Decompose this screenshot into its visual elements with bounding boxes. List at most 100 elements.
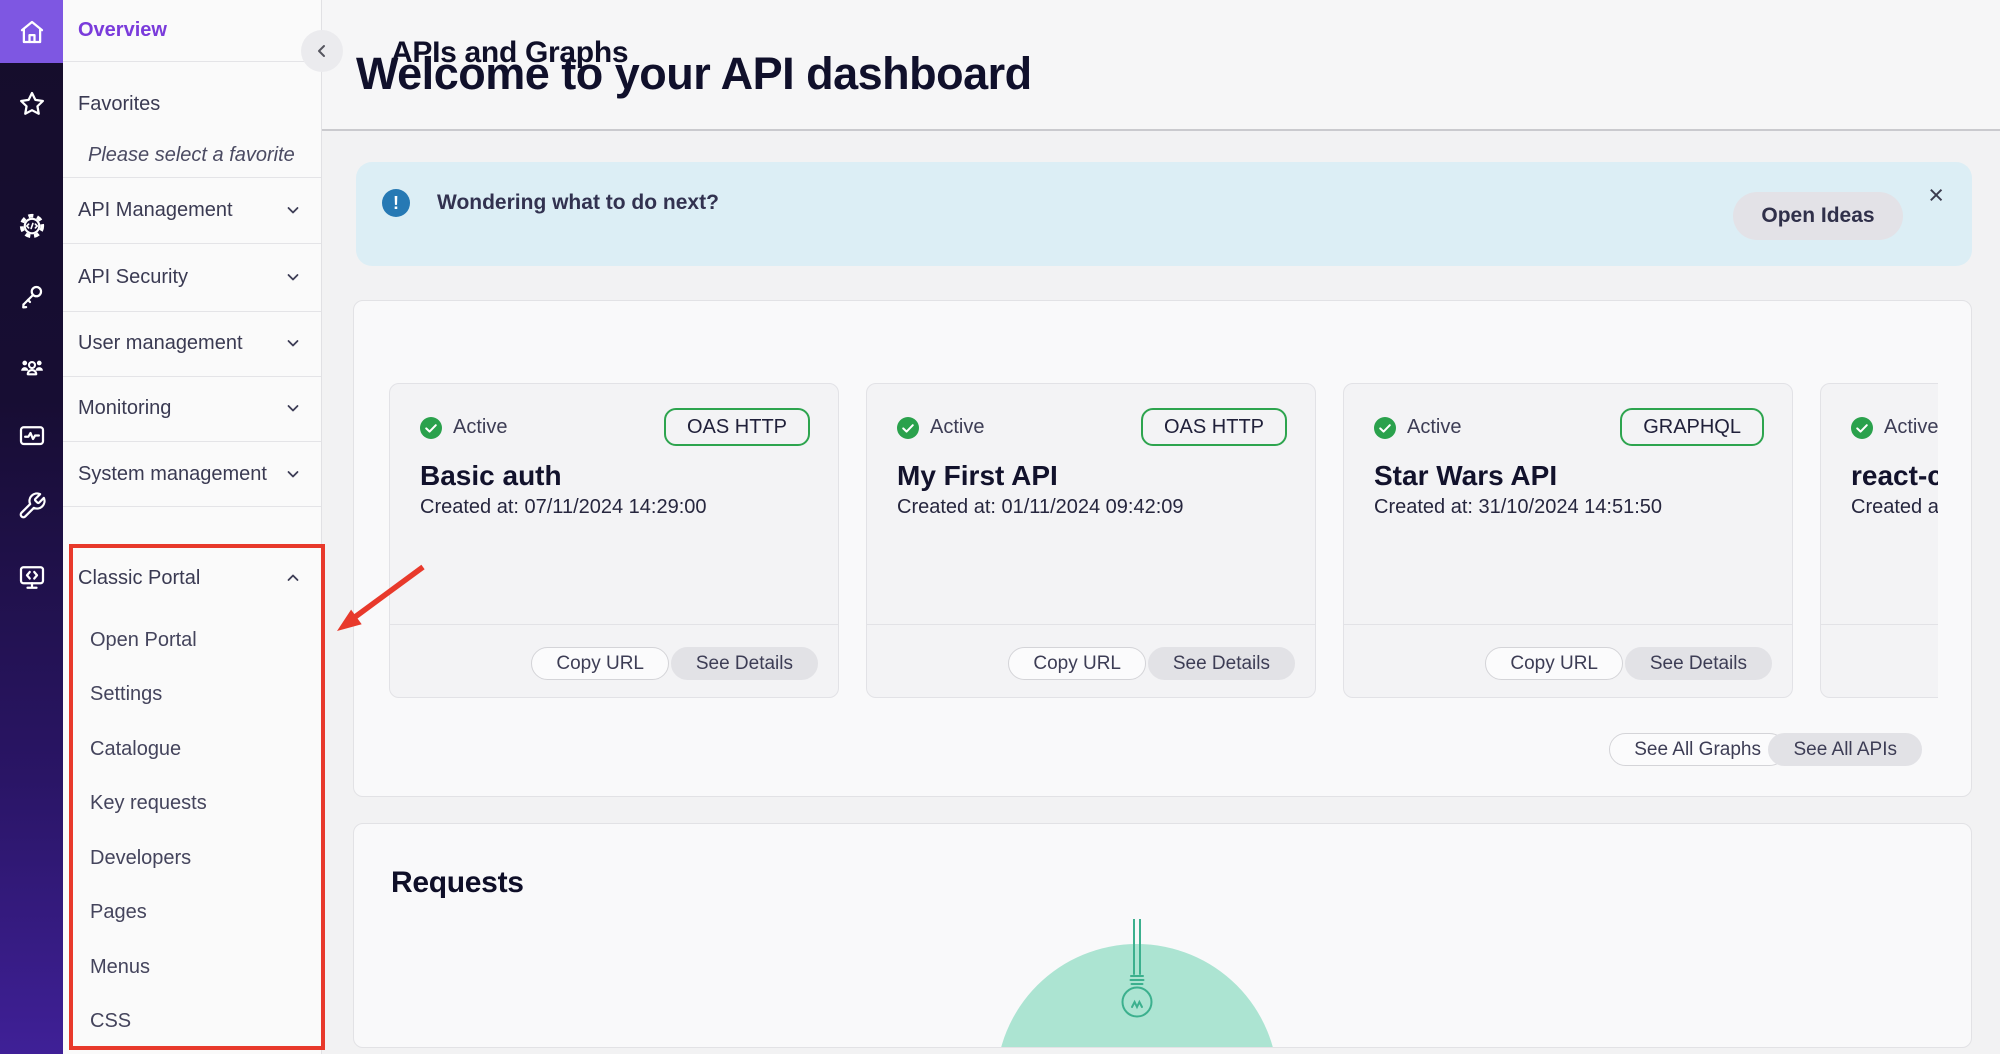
sidebar-item-label: Classic Portal [63, 567, 200, 590]
sidebar-collapse-button[interactable] [301, 30, 343, 72]
sidebar-item-monitoring[interactable]: Monitoring [63, 386, 321, 430]
copy-url-button[interactable]: Copy URL [531, 647, 669, 680]
see-details-button[interactable]: See Details [1625, 647, 1772, 680]
check-circle-icon [420, 417, 442, 439]
key-icon [17, 281, 47, 311]
requests-section: Requests [353, 823, 1972, 1048]
api-card-title: Star Wars API [1374, 460, 1557, 492]
rail-item-user-management[interactable] [0, 338, 63, 394]
card-divider [1344, 624, 1792, 625]
sidebar-item-label: API Security [63, 266, 188, 289]
chevron-down-icon [283, 333, 303, 353]
sidebar-item-label: System management [63, 463, 267, 486]
sidebar-item-system-management[interactable]: System management [63, 452, 321, 496]
api-status: Active [897, 416, 984, 439]
api-created-at: Created at: 01/11/2024 09:42:09 [897, 496, 1184, 519]
rail-item-overview[interactable] [0, 0, 63, 63]
users-icon [17, 351, 47, 381]
chevron-down-icon [283, 267, 303, 287]
api-created-at: Created at: 07/11/2024 14:29:00 [420, 496, 707, 519]
sidebar-item-api-security[interactable]: API Security [63, 255, 321, 299]
sidebar-item-open-portal[interactable]: Open Portal [63, 618, 321, 662]
check-circle-icon [1851, 417, 1873, 439]
api-status: Active [1851, 416, 1938, 439]
rail-item-classic-portal[interactable] [0, 549, 63, 605]
menu-divider [63, 177, 321, 178]
rail-item-favorites[interactable] [0, 76, 63, 132]
sidebar-item-key-requests[interactable]: Key requests [63, 781, 321, 825]
check-circle-icon [897, 417, 919, 439]
api-card: Active react-co Created at: [1820, 383, 1938, 698]
api-status: Active [1374, 416, 1461, 439]
api-type-badge: OAS HTTP [664, 408, 810, 446]
sidebar-item-favorites[interactable]: Favorites [63, 82, 321, 126]
apis-and-graphs-section: APIs and Graphs Active OAS HTTP Basic au… [353, 300, 1972, 797]
icon-rail [0, 0, 63, 1054]
copy-url-button[interactable]: Copy URL [1485, 647, 1623, 680]
see-details-button[interactable]: See Details [1148, 647, 1295, 680]
api-status-label: Active [1407, 416, 1461, 439]
menu-divider [63, 506, 321, 507]
wrench-icon [17, 491, 47, 521]
api-status: Active [420, 416, 507, 439]
sidebar-item-label: Favorites [63, 93, 160, 116]
api-cards-scroll[interactable]: Active OAS HTTP Basic auth Created at: 0… [389, 383, 1938, 698]
banner-message: Wondering what to do next? [437, 191, 719, 215]
apis-and-graphs-heading: APIs and Graphs [391, 36, 628, 70]
sidebar-item-label: User management [63, 332, 243, 355]
api-status-label: Active [930, 416, 984, 439]
api-card: Active OAS HTTP My First API Created at:… [866, 383, 1316, 698]
api-created-at: Created at: 31/10/2024 14:51:50 [1374, 496, 1662, 519]
sidebar-item-label: Overview [63, 19, 167, 42]
info-icon: ! [382, 189, 410, 217]
card-divider [390, 624, 838, 625]
chevron-down-icon [283, 200, 303, 220]
chevron-down-icon [283, 464, 303, 484]
chevron-left-icon [312, 41, 332, 61]
sidebar-item-overview[interactable]: Overview [63, 0, 321, 62]
sidebar-item-label: API Management [63, 199, 233, 222]
home-icon [17, 17, 47, 47]
sidebar-item-css[interactable]: CSS [63, 999, 321, 1043]
api-gear-icon [17, 211, 47, 241]
api-type-badge: GRAPHQL [1620, 408, 1764, 446]
menu-divider [63, 376, 321, 377]
api-status-label: Active [453, 416, 507, 439]
see-all-apis-button[interactable]: See All APIs [1768, 733, 1922, 766]
menu-divider [63, 441, 321, 442]
card-divider [867, 624, 1315, 625]
favorites-empty-note: Please select a favorite [63, 133, 321, 177]
close-icon[interactable]: × [1928, 180, 1944, 211]
card-divider [1821, 624, 1938, 625]
api-card-title: Basic auth [420, 460, 562, 492]
see-all-graphs-button[interactable]: See All Graphs [1609, 733, 1786, 766]
check-circle-icon [1374, 417, 1396, 439]
monitoring-icon [17, 421, 47, 451]
api-card: Active OAS HTTP Basic auth Created at: 0… [389, 383, 839, 698]
info-banner: ! Wondering what to do next? Open Ideas … [356, 162, 1972, 266]
star-icon [17, 89, 47, 119]
sidebar-item-classic-portal[interactable]: Classic Portal [63, 556, 321, 600]
lightbulb-illustration [1114, 919, 1160, 1037]
sidebar-item-user-management[interactable]: User management [63, 321, 321, 365]
copy-url-button[interactable]: Copy URL [1008, 647, 1146, 680]
open-ideas-button[interactable]: Open Ideas [1733, 192, 1903, 240]
api-status-label: Active [1884, 416, 1938, 439]
api-card-title: My First API [897, 460, 1058, 492]
sidebar-item-settings[interactable]: Settings [63, 672, 321, 716]
see-details-button[interactable]: See Details [671, 647, 818, 680]
sidebar-item-developers[interactable]: Developers [63, 836, 321, 880]
api-card-title: react-co [1851, 460, 1938, 492]
rail-item-api-security[interactable] [0, 268, 63, 324]
sidebar-item-api-management[interactable]: API Management [63, 188, 321, 232]
requests-heading: Requests [391, 866, 524, 900]
sidebar-item-catalogue[interactable]: Catalogue [63, 727, 321, 771]
sidebar-item-pages[interactable]: Pages [63, 890, 321, 934]
rail-item-system-management[interactable] [0, 478, 63, 534]
api-type-badge: OAS HTTP [1141, 408, 1287, 446]
rail-item-monitoring[interactable] [0, 408, 63, 464]
sidebar-item-menus[interactable]: Menus [63, 945, 321, 989]
chevron-up-icon [283, 568, 303, 588]
chevron-down-icon [283, 398, 303, 418]
rail-item-api-management[interactable] [0, 198, 63, 254]
